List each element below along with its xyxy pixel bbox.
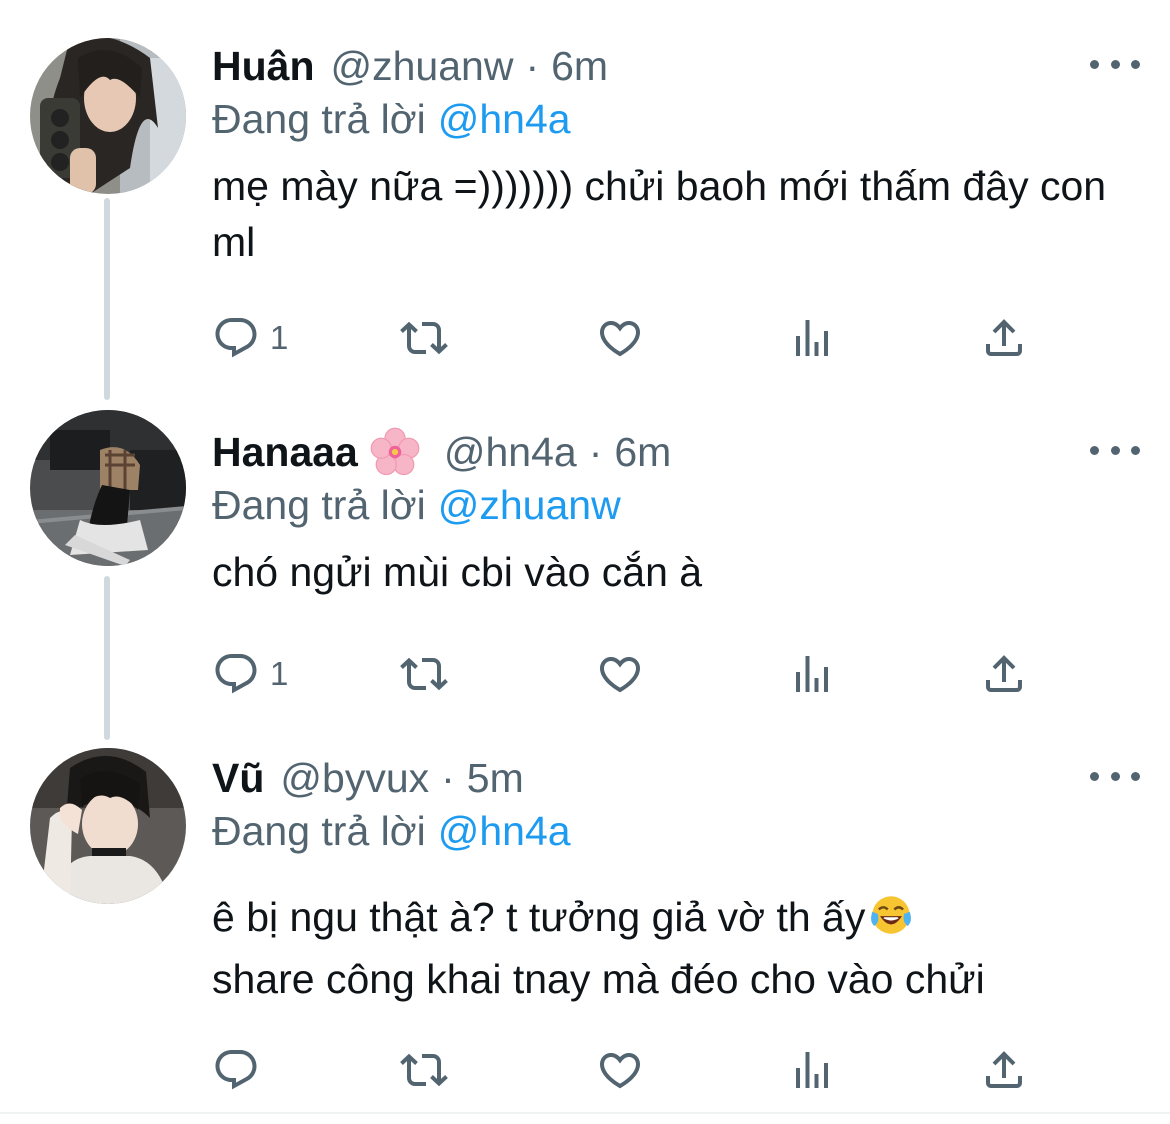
more-icon[interactable]	[1090, 428, 1140, 472]
retweet-icon	[400, 321, 448, 355]
views-button[interactable]	[788, 1040, 836, 1100]
action-bar: 1	[212, 308, 1032, 368]
face-with-tears-of-joy-emoji	[871, 896, 912, 934]
separator-dot: ·	[588, 428, 603, 475]
separator-dot: ·	[441, 754, 455, 801]
views-icon	[796, 1052, 828, 1088]
tweet-text-line-1: ê bị ngu thật à? t tưởng giả vờ th ấy	[212, 886, 1132, 948]
like-button[interactable]	[596, 1040, 644, 1100]
retweet-button[interactable]	[400, 644, 448, 704]
avatar[interactable]	[30, 748, 186, 904]
more-icon[interactable]	[1090, 42, 1140, 86]
tweet-text: mẹ mày nữa =))))))) chửi baoh mới thấm đ…	[212, 163, 1107, 265]
reply-icon	[215, 318, 257, 358]
timestamp[interactable]: 6m	[614, 429, 671, 476]
cherry-blossom-emoji	[370, 427, 420, 476]
reply-count: 1	[270, 655, 289, 692]
divider	[0, 1112, 1170, 1114]
action-bar	[212, 1040, 1032, 1100]
share-icon	[986, 655, 1022, 692]
replying-to-handle[interactable]: @zhuanw	[438, 482, 621, 528]
replying-to-handle[interactable]: @hn4a	[438, 96, 571, 142]
user-handle[interactable]: @byvux	[280, 755, 429, 802]
like-icon	[599, 321, 641, 357]
views-icon	[796, 320, 828, 356]
reply-button[interactable]: 1	[212, 644, 288, 704]
share-icon	[986, 1051, 1022, 1088]
replying-to: Đang trả lời @zhuanw	[212, 482, 621, 529]
like-button[interactable]	[596, 644, 644, 704]
replying-to: Đang trả lời @hn4a	[212, 808, 571, 855]
replying-to-handle[interactable]: @hn4a	[438, 808, 571, 854]
avatar[interactable]	[30, 410, 186, 566]
replying-prefix: Đang trả lời	[212, 96, 426, 142]
like-icon	[599, 1053, 641, 1089]
tweet-text-line-2: share công khai tnay mà đéo cho vào chửi	[212, 956, 985, 1002]
thread-line	[104, 198, 110, 400]
views-icon	[796, 656, 828, 692]
like-icon	[599, 657, 641, 693]
reply-count: 1	[270, 319, 289, 356]
retweet-button[interactable]	[400, 1040, 448, 1100]
tweet-text: ê bị ngu thật à? t tưởng giả vờ th ấy sh…	[212, 886, 1132, 1010]
display-name[interactable]: Vũ	[212, 755, 264, 802]
reply-button[interactable]	[212, 1040, 260, 1100]
user-handle[interactable]: @zhuanw	[331, 43, 514, 90]
replying-prefix: Đang trả lời	[212, 482, 426, 528]
more-icon[interactable]	[1090, 754, 1140, 798]
views-button[interactable]	[788, 308, 836, 368]
display-name[interactable]: Huân	[212, 43, 315, 90]
replying-prefix: Đang trả lời	[212, 808, 426, 854]
timestamp[interactable]: 5m	[467, 755, 524, 802]
tweet-text: chó ngửi mùi cbi vào cắn à	[212, 549, 703, 595]
share-button[interactable]	[980, 1040, 1028, 1100]
tweet-header: Hanaaa @hn4a · 6m	[212, 424, 671, 480]
display-name[interactable]: Hanaaa	[212, 429, 358, 476]
like-button[interactable]	[596, 308, 644, 368]
tweet-header: Vũ @byvux · 5m	[212, 750, 524, 806]
action-bar: 1	[212, 644, 1032, 704]
share-button[interactable]	[980, 308, 1028, 368]
reply-button[interactable]: 1	[212, 308, 288, 368]
retweet-icon	[400, 1053, 448, 1087]
retweet-button[interactable]	[400, 308, 448, 368]
reply-icon	[215, 654, 257, 694]
retweet-icon	[400, 657, 448, 691]
avatar[interactable]	[30, 38, 186, 194]
tweet-header: Huân @zhuanw · 6m	[212, 38, 608, 94]
user-handle[interactable]: @hn4a	[444, 429, 577, 476]
reply-icon	[215, 1050, 257, 1090]
thread-line	[104, 576, 110, 740]
timestamp[interactable]: 6m	[551, 43, 608, 90]
replying-to: Đang trả lời @hn4a	[212, 96, 571, 143]
share-icon	[986, 319, 1022, 356]
views-button[interactable]	[788, 644, 836, 704]
separator-dot: ·	[525, 42, 540, 89]
tweet-text-line-1-text: ê bị ngu thật à? t tưởng giả vờ th ấy	[212, 894, 866, 940]
share-button[interactable]	[980, 644, 1028, 704]
